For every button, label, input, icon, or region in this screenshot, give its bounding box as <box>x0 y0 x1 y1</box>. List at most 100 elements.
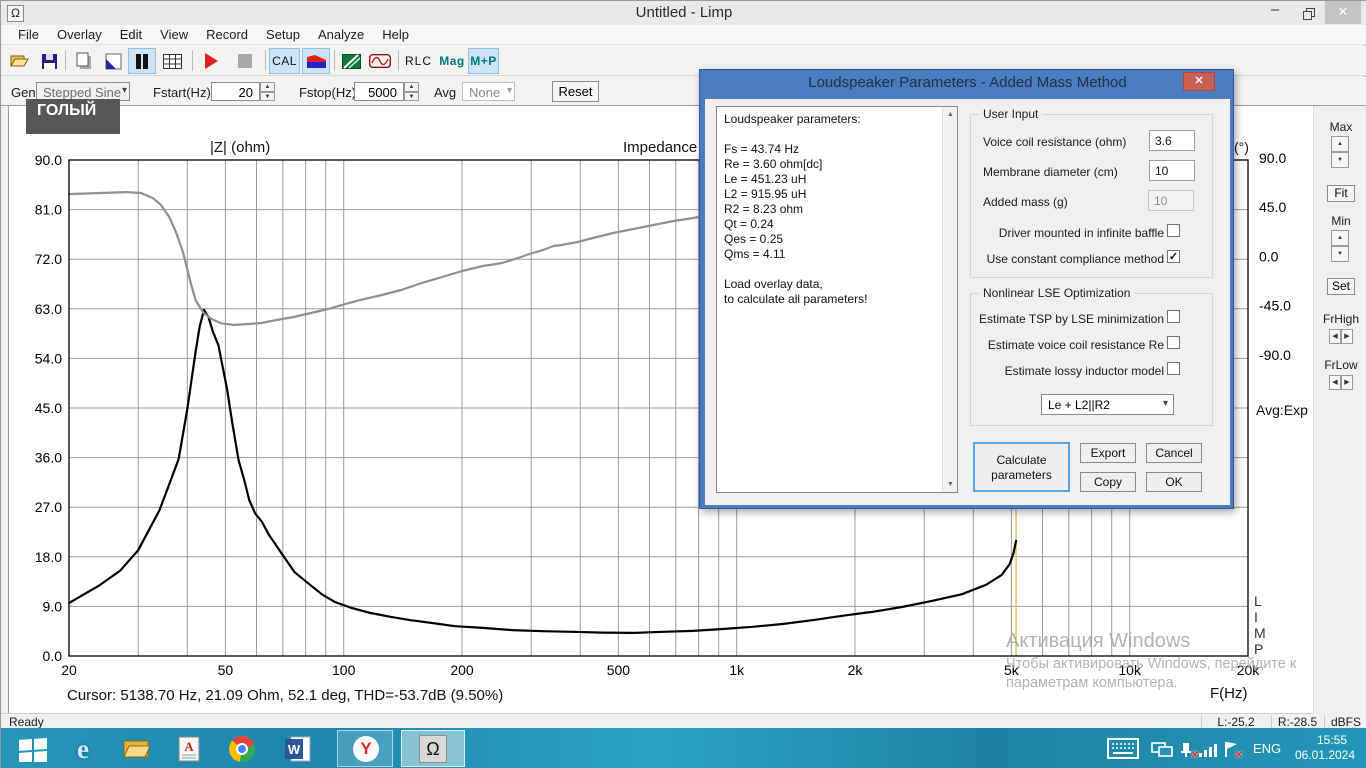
cancel-button[interactable]: Cancel <box>1146 443 1202 463</box>
dual-monitor-icon[interactable] <box>1151 742 1173 758</box>
chart-title: Impedance <box>623 139 698 156</box>
network-signal-icon[interactable] <box>1199 742 1217 757</box>
frhigh-label: FrHigh <box>1322 312 1359 326</box>
up-arrow-icon[interactable]: ▲ <box>260 82 275 92</box>
calibrate-button[interactable]: CAL <box>269 48 300 74</box>
menu-record[interactable]: Record <box>197 25 257 44</box>
fstart-input[interactable]: 20 <box>211 82 260 101</box>
sine-generator-button[interactable] <box>366 48 394 74</box>
chrome-button[interactable] <box>225 735 259 763</box>
audio-device-icon[interactable]: ✕ <box>1177 741 1199 761</box>
magnitude-plus-phase-button[interactable]: M+P <box>468 48 499 74</box>
nyquist-view-button[interactable] <box>338 48 364 74</box>
action-center-flag-icon[interactable]: ✕ <box>1223 740 1243 761</box>
svg-text:1k: 1k <box>729 662 745 678</box>
menu-analyze[interactable]: Analyze <box>309 25 373 44</box>
scroll-down-icon[interactable]: ▼ <box>943 477 958 492</box>
parameters-text: Loudspeaker parameters: Fs = 43.74 Hz Re… <box>724 112 868 306</box>
export-button[interactable]: Export <box>1080 443 1136 463</box>
status-units: dBFS <box>1330 715 1361 729</box>
lse-group-label: Nonlinear LSE Optimization <box>979 286 1135 300</box>
toolbar-separator <box>65 50 66 71</box>
added-mass-input[interactable]: 10 <box>1148 190 1194 211</box>
internet-explorer-button[interactable]: e <box>65 734 101 764</box>
chevron-down-icon: ▾ <box>1162 398 1168 409</box>
open-file-button[interactable] <box>6 48 32 74</box>
estimate-re-label: Estimate voice coil resistance Re <box>987 338 1164 352</box>
min-down-button[interactable]: ▼ <box>1331 246 1349 262</box>
min-up-button[interactable]: ▲ <box>1331 230 1349 246</box>
max-up-button[interactable]: ▲ <box>1331 136 1349 152</box>
magnitude-phase-graph-button[interactable] <box>302 48 330 74</box>
menu-edit[interactable]: Edit <box>111 25 151 44</box>
menu-help[interactable]: Help <box>373 25 418 44</box>
limp-taskbar-button[interactable]: Ω <box>401 730 465 767</box>
estimate-re-checkbox[interactable] <box>1167 336 1180 349</box>
toolbar-separator <box>265 50 266 71</box>
fstop-label: Fstop(Hz) <box>299 85 357 100</box>
menu-view[interactable]: View <box>151 25 197 44</box>
max-down-button[interactable]: ▼ <box>1331 152 1349 168</box>
copy-button[interactable]: Copy <box>1080 472 1136 492</box>
start-button[interactable] <box>15 735 51 763</box>
svg-text:27.0: 27.0 <box>35 499 62 515</box>
fstop-input[interactable]: 5000 <box>354 82 404 101</box>
dialog-close-button[interactable]: ✕ <box>1183 72 1215 91</box>
ok-button[interactable]: OK <box>1146 472 1202 492</box>
file-explorer-button[interactable] <box>119 735 155 763</box>
menu-setup[interactable]: Setup <box>257 25 309 44</box>
frhigh-left-button[interactable]: ◀ <box>1329 329 1341 344</box>
fstop-stepper[interactable]: ▲ ▼ <box>404 82 419 101</box>
rlc-meter-button[interactable]: RLC <box>403 48 434 74</box>
dialog-body: Loudspeaker parameters: Fs = 43.74 Hz Re… <box>705 99 1230 505</box>
inductor-model-select[interactable]: Le + L2||R2 ▾ <box>1041 394 1174 415</box>
text-editor-button[interactable]: A <box>173 735 205 763</box>
mp-label: M+P <box>470 54 497 68</box>
membrane-diameter-input[interactable]: 10 <box>1149 160 1195 181</box>
down-arrow-icon[interactable]: ▼ <box>404 91 419 101</box>
voice-coil-resistance-input[interactable]: 3.6 <box>1149 130 1195 151</box>
frhigh-right-button[interactable]: ▶ <box>1341 329 1353 344</box>
overlay-edit-button[interactable] <box>100 48 126 74</box>
constant-compliance-checkbox[interactable] <box>1167 250 1180 263</box>
yandex-browser-button[interactable]: Y <box>337 730 393 767</box>
play-icon <box>205 53 218 69</box>
language-indicator[interactable]: ENG <box>1253 741 1281 756</box>
down-arrow-icon[interactable]: ▼ <box>260 91 275 101</box>
close-button[interactable]: ✕ <box>1325 1 1361 24</box>
window-title: Untitled - Limp <box>635 4 733 21</box>
minimize-button[interactable]: – <box>1259 1 1291 24</box>
scroll-up-icon[interactable]: ▲ <box>943 107 958 122</box>
parameters-textbox[interactable]: Loudspeaker parameters: Fs = 43.74 Hz Re… <box>716 106 958 493</box>
estimate-lossy-inductor-checkbox[interactable] <box>1167 362 1180 375</box>
menu-file[interactable]: File <box>9 25 48 44</box>
frlow-left-button[interactable]: ◀ <box>1329 375 1341 390</box>
frlow-right-button[interactable]: ▶ <box>1341 375 1353 390</box>
estimate-tsp-checkbox[interactable] <box>1167 310 1180 323</box>
new-document-button[interactable] <box>71 48 97 74</box>
fstart-stepper[interactable]: ▲ ▼ <box>260 82 275 101</box>
scrollbar[interactable]: ▲ ▼ <box>942 107 957 492</box>
fit-button[interactable]: Fit <box>1327 185 1355 202</box>
infinite-baffle-checkbox[interactable] <box>1167 224 1180 237</box>
menu-overlay[interactable]: Overlay <box>48 25 111 44</box>
set-button[interactable]: Set <box>1327 278 1355 295</box>
averaging-select[interactable]: None ▾ <box>462 82 515 101</box>
save-button[interactable] <box>36 48 62 74</box>
clock-time[interactable]: 15:55 <box>1304 733 1360 747</box>
magnitude-only-button[interactable]: Mag <box>438 48 466 74</box>
touch-keyboard-icon[interactable] <box>1107 738 1139 759</box>
clock-date[interactable]: 06.01.2024 <box>1289 748 1361 762</box>
restore-button[interactable] <box>1293 1 1325 24</box>
word-button[interactable]: W <box>281 735 315 763</box>
pause-button[interactable] <box>128 48 156 74</box>
calculate-parameters-button[interactable]: Calculate parameters <box>973 442 1070 492</box>
limp-app-window: Ω Untitled - Limp – ✕ File Overlay Edit … <box>0 0 1366 768</box>
table-view-button[interactable] <box>159 48 186 74</box>
chevron-down-icon: ▾ <box>506 85 512 96</box>
record-stop-button[interactable] <box>232 48 258 74</box>
svg-text:90.0: 90.0 <box>35 152 62 168</box>
reset-button[interactable]: Reset <box>552 81 599 102</box>
record-start-button[interactable] <box>198 48 224 74</box>
up-arrow-icon[interactable]: ▲ <box>404 82 419 92</box>
